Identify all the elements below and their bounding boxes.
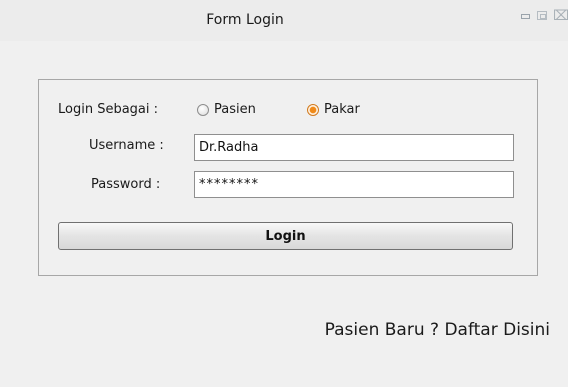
login-button[interactable]: Login	[58, 222, 513, 250]
password-field[interactable]	[194, 171, 514, 198]
title-bar: Form Login ⌧	[0, 0, 568, 41]
username-field[interactable]	[194, 134, 514, 161]
window-title: Form Login	[206, 12, 284, 28]
register-link[interactable]: Pasien Baru ? Daftar Disini	[325, 320, 550, 340]
password-label: Password :	[91, 177, 161, 192]
radio-pasien-label[interactable]: Pasien	[214, 102, 256, 117]
login-panel: Login Sebagai : Pasien Pakar Username : …	[38, 79, 538, 276]
radio-pasien[interactable]	[197, 104, 209, 116]
radio-pakar-label[interactable]: Pakar	[324, 102, 360, 117]
close-icon[interactable]: ⌧	[553, 8, 568, 24]
maximize-icon[interactable]	[537, 11, 547, 20]
login-as-label: Login Sebagai :	[58, 102, 159, 117]
minimize-icon[interactable]	[521, 14, 530, 19]
radio-pakar[interactable]	[307, 104, 319, 116]
username-label: Username :	[89, 138, 164, 153]
